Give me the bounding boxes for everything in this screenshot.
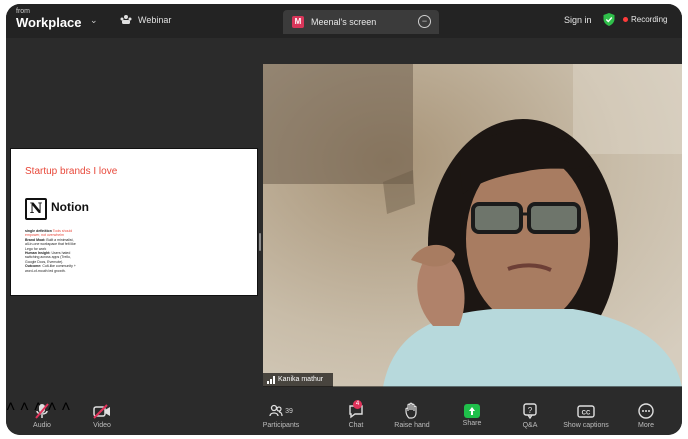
captions-options-chevron-icon[interactable]: ˄ bbox=[61, 399, 70, 416]
share-button[interactable]: Share bbox=[458, 402, 486, 427]
slide-body-line: word-of-mouth led growth. bbox=[25, 269, 105, 273]
speaker-video bbox=[263, 64, 682, 387]
slide-body-text: single definition Tools should empower, n… bbox=[25, 229, 105, 273]
notion-brand-name: Notion bbox=[51, 200, 89, 214]
captions-icon: CC bbox=[577, 405, 595, 418]
video-button[interactable]: Video bbox=[88, 402, 116, 429]
webinar-icon bbox=[120, 15, 132, 24]
raise-hand-button[interactable]: Raise hand bbox=[390, 402, 434, 429]
slide-body-text-run: Users hated bbox=[50, 251, 71, 256]
question-answer-icon: ? bbox=[523, 403, 537, 420]
slide-body-text-run: Cult-like community + bbox=[41, 264, 76, 269]
more-label: More bbox=[638, 422, 654, 429]
share-label: Share bbox=[462, 420, 482, 427]
captions-label: Show captions bbox=[563, 422, 609, 429]
webinar-menu[interactable]: Webinar bbox=[120, 14, 171, 25]
svg-text:?: ? bbox=[528, 406, 533, 415]
hand-icon bbox=[405, 402, 417, 419]
slide-body-bold: single definition bbox=[25, 229, 52, 233]
screen-share-tab[interactable]: M Meenal's screen − bbox=[283, 10, 439, 34]
speaker-video-image bbox=[263, 64, 682, 387]
shared-slide: Startup brands I love N Notion single de… bbox=[11, 149, 257, 295]
sign-in-link[interactable]: Sign in bbox=[564, 15, 592, 25]
audio-options-chevron-icon[interactable]: ˄ bbox=[6, 399, 15, 416]
meeting-window: from Workplace ⌄ Webinar M Meenal's scre… bbox=[6, 4, 682, 435]
shield-check-icon[interactable] bbox=[603, 13, 615, 26]
video-label: Video bbox=[93, 422, 111, 429]
brand-sup: from bbox=[16, 8, 30, 15]
share-screen-icon bbox=[464, 404, 480, 418]
qa-label: Q&A bbox=[522, 422, 538, 429]
brand-name: Workplace bbox=[16, 15, 82, 30]
signal-icon bbox=[267, 376, 275, 384]
chevron-down-icon[interactable]: ⌄ bbox=[90, 15, 98, 26]
participants-label: Participants bbox=[262, 422, 300, 429]
slide-body-text-run: word-of-mouth led growth. bbox=[25, 268, 66, 273]
slide-body-highlight: Tools should bbox=[51, 229, 73, 233]
audio-label: Audio bbox=[33, 422, 51, 429]
svg-text:CC: CC bbox=[582, 411, 591, 417]
video-off-icon bbox=[93, 404, 110, 419]
slide-body-highlight: empower, not overwhelm bbox=[25, 233, 64, 238]
captions-button[interactable]: CC Show captions bbox=[560, 402, 612, 429]
screen-share-label: Meenal's screen bbox=[311, 17, 377, 27]
slide-body-bold: Outcome: bbox=[25, 264, 42, 269]
top-bar: from Workplace ⌄ Webinar M Meenal's scre… bbox=[6, 4, 682, 38]
slide-body-text-run: all-in-one workspace that felt like bbox=[25, 242, 76, 247]
recording-indicator: Recording bbox=[623, 15, 667, 24]
recording-dot-icon bbox=[623, 17, 628, 22]
recording-label: Recording bbox=[631, 15, 668, 24]
minus-icon[interactable]: − bbox=[418, 15, 431, 28]
qa-button[interactable]: ? Q&A bbox=[516, 402, 544, 429]
chat-unread-badge: 4 bbox=[353, 400, 362, 409]
notion-logo: N bbox=[25, 198, 47, 220]
slide-title: Startup brands I love bbox=[25, 166, 118, 177]
slide-body-text-run: Built a minimalist, bbox=[45, 237, 74, 242]
participants-icon bbox=[269, 404, 283, 417]
slide-body-text-run: switching across apps (Trello, bbox=[25, 255, 71, 260]
participant-name: Kanika mathur bbox=[278, 376, 324, 383]
resize-handle[interactable] bbox=[259, 233, 261, 251]
microphone-off-icon bbox=[35, 403, 49, 419]
participants-count: 39 bbox=[285, 407, 293, 415]
raise-hand-label: Raise hand bbox=[394, 422, 430, 429]
app-logo: from Workplace bbox=[16, 8, 82, 29]
slide-body-bold: Brand Moat: bbox=[25, 237, 46, 242]
audio-button[interactable]: Audio bbox=[28, 402, 56, 429]
more-icon bbox=[638, 403, 654, 419]
participants-button[interactable]: 39 Participants bbox=[258, 402, 304, 429]
presenter-avatar: M bbox=[292, 16, 304, 28]
slide-body-text-run: Google Docs, Evernote). bbox=[25, 259, 64, 264]
slide-body-text-run: Lego for work bbox=[25, 246, 47, 251]
chat-button[interactable]: 4 Chat bbox=[342, 400, 370, 429]
slide-body-bold: Human Insight: bbox=[25, 251, 51, 256]
webinar-label: Webinar bbox=[138, 14, 172, 25]
meeting-toolbar: Audio ˄ Video ˄ 39 Participants ˄ 4 Chat… bbox=[6, 399, 682, 435]
participant-name-tag: Kanika mathur bbox=[263, 373, 333, 387]
more-button[interactable]: More bbox=[632, 402, 660, 429]
chat-label: Chat bbox=[348, 422, 364, 429]
